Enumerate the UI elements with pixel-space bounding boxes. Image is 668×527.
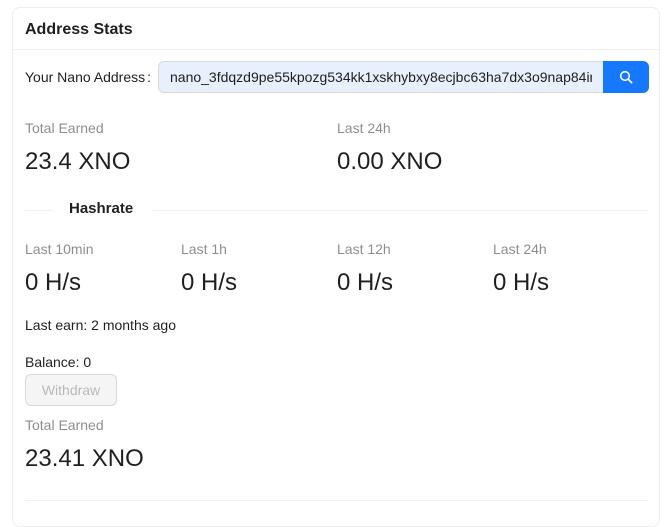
total-earned-value: 23.4 XNO	[25, 148, 131, 175]
withdraw-button[interactable]: Withdraw	[25, 374, 117, 406]
balance-total-earned-title: Total Earned	[25, 417, 104, 433]
last24h-earned-title: Last 24h	[337, 120, 391, 136]
hashrate-divider: Hashrate	[25, 198, 649, 222]
search-button[interactable]	[603, 61, 649, 93]
balance-text: Balance: 0	[25, 354, 92, 370]
hashrate-12h-value: 0 H/s	[337, 269, 394, 296]
hashrate-24h-value: 0 H/s	[493, 269, 550, 296]
hashrate-1h-title: Last 1h	[181, 241, 227, 257]
card-title: Address Stats	[25, 20, 133, 38]
hashrate-1h-value: 0 H/s	[181, 269, 238, 296]
hashrate-24h-title: Last 24h	[493, 241, 547, 257]
hashrate-12h-title: Last 12h	[337, 241, 391, 257]
address-form-item: Your Nano Address:	[25, 61, 158, 93]
hashrate-title: Hashrate	[69, 200, 134, 217]
address-stats-card: Address Stats Your Nano Address: Total E…	[12, 7, 660, 527]
balance-total-earned-value: 23.41 XNO	[25, 445, 144, 472]
hashrate-10min-title: Last 10min	[25, 241, 94, 257]
address-label: Your Nano Address:	[25, 69, 152, 85]
last-earn-text: Last earn: 2 months ago	[25, 317, 176, 333]
total-earned-title: Total Earned	[25, 120, 104, 136]
bottom-divider	[25, 500, 649, 501]
hashrate-10min-value: 0 H/s	[25, 269, 82, 296]
card-header: Address Stats	[13, 8, 659, 50]
last24h-earned-value: 0.00 XNO	[337, 148, 443, 175]
address-input[interactable]	[158, 61, 603, 93]
search-icon	[619, 70, 633, 84]
